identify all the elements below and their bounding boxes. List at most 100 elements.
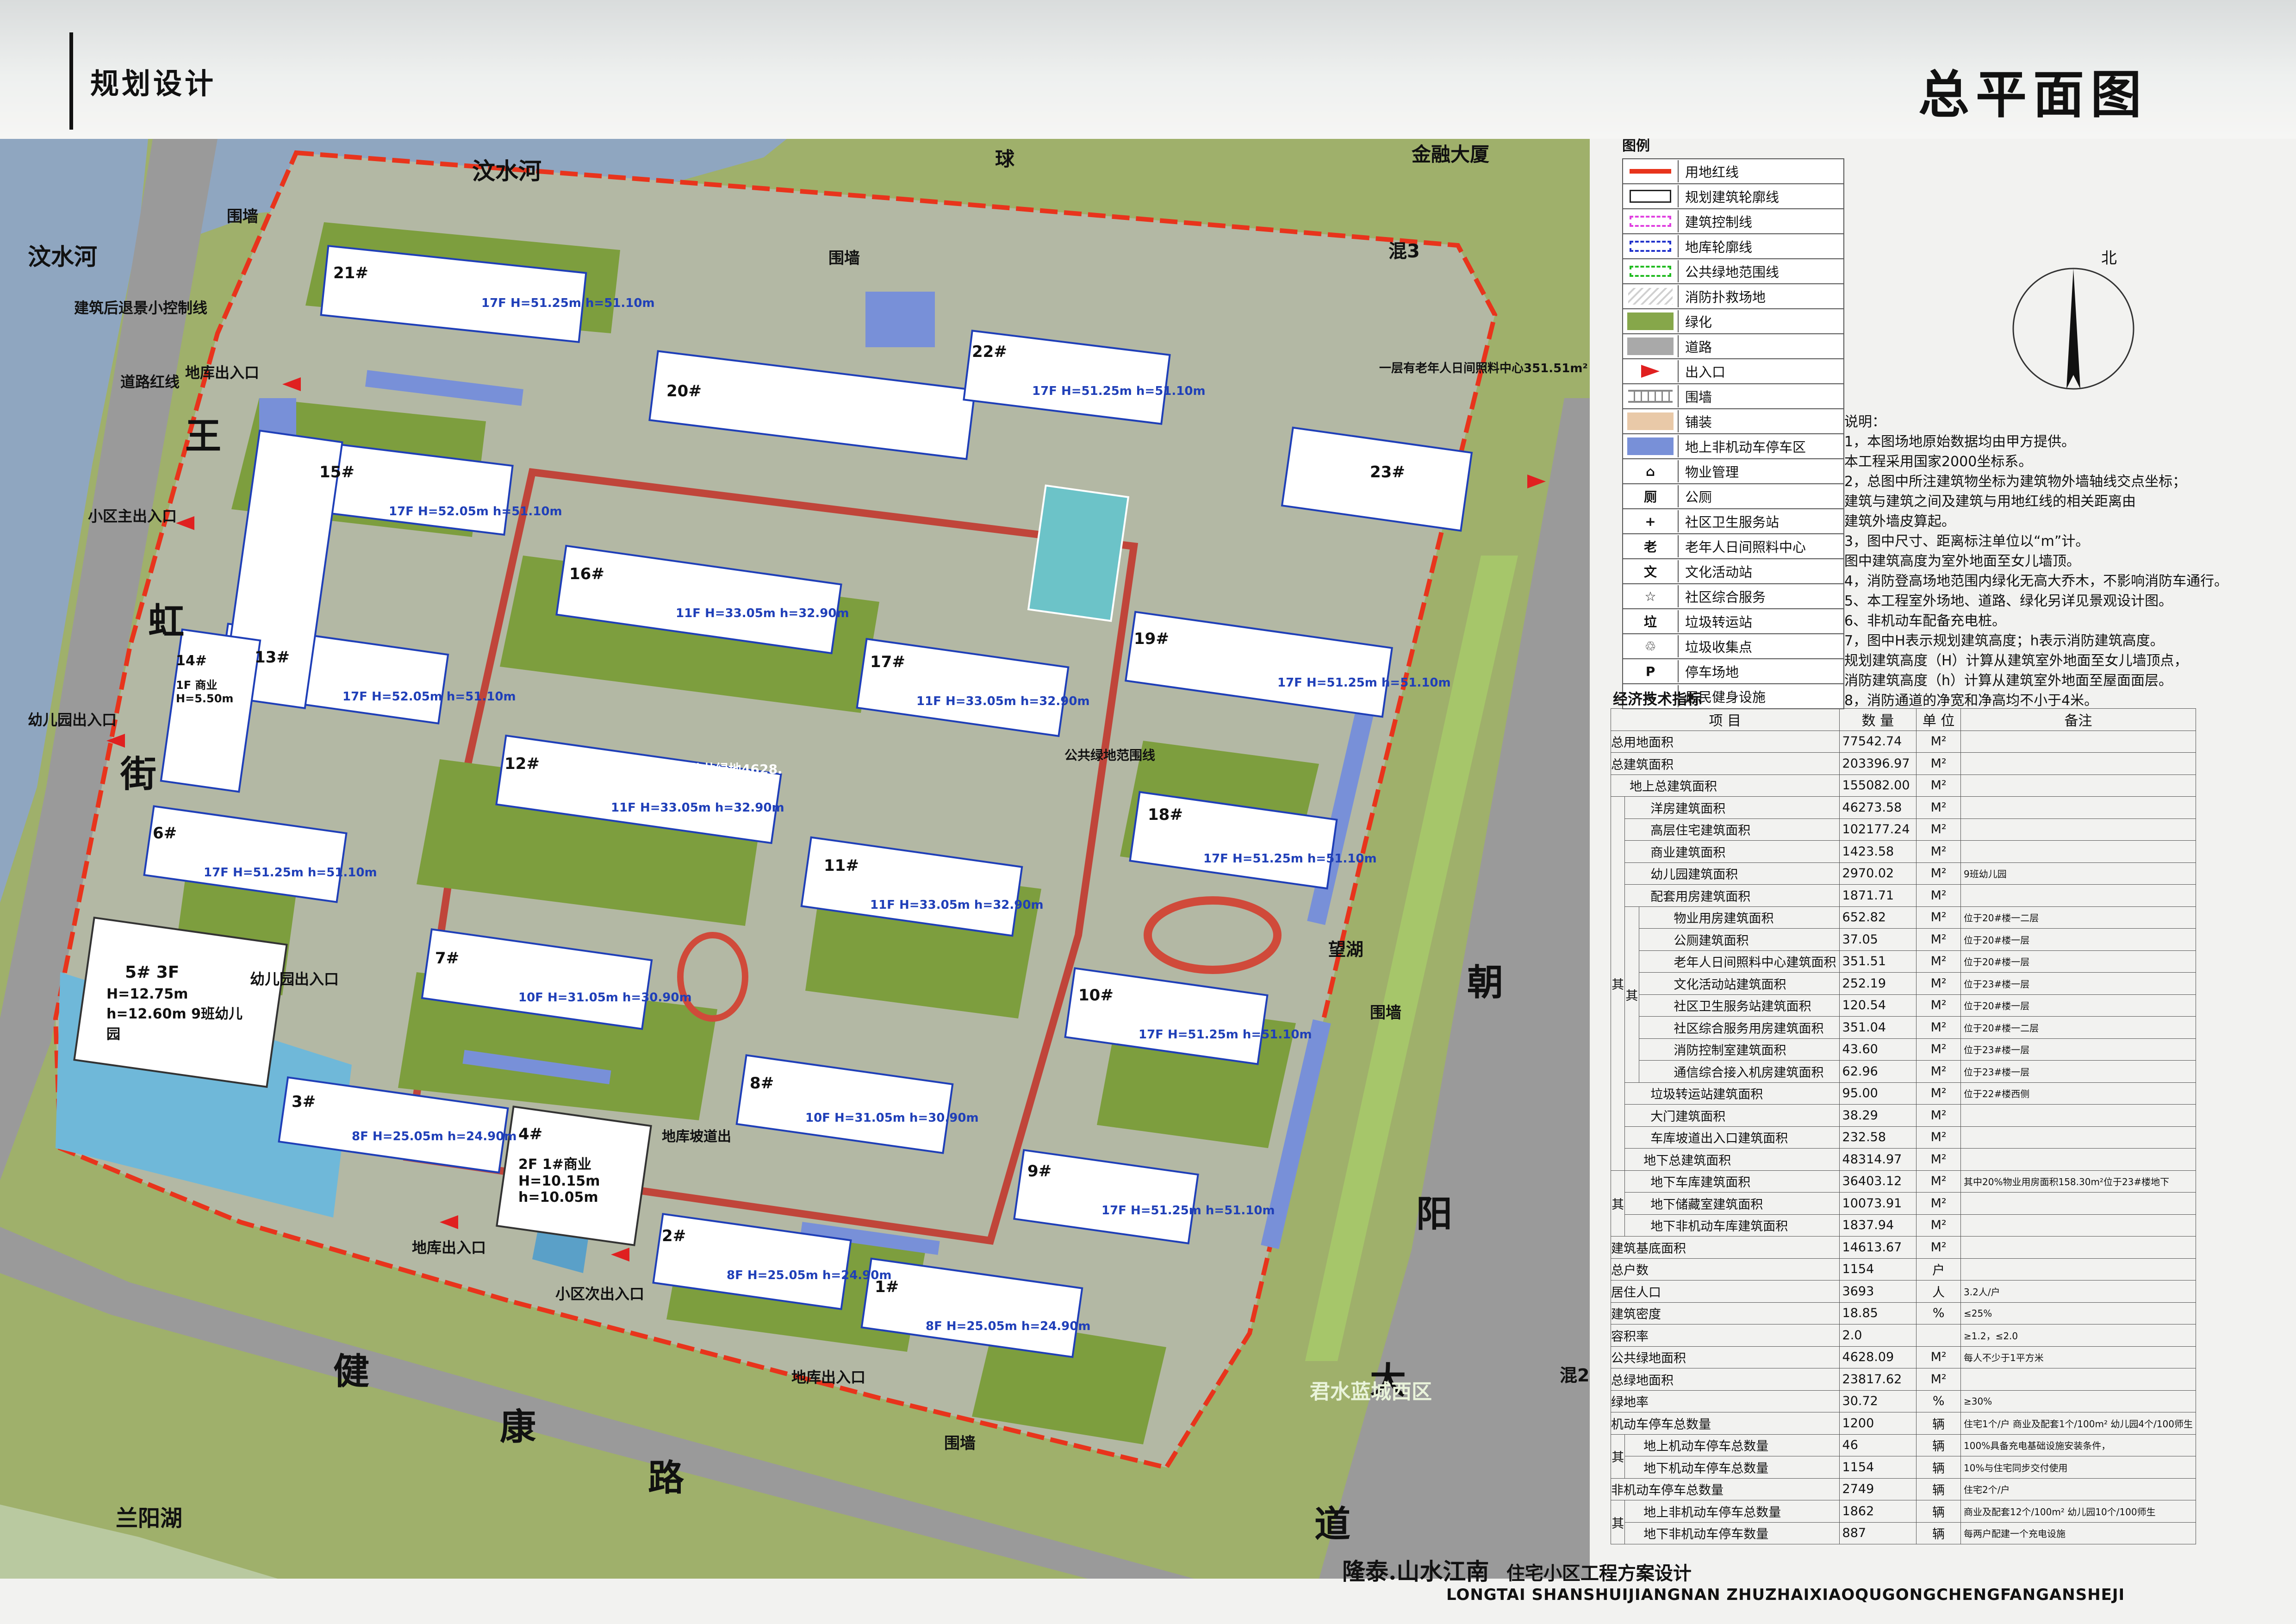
econ-group-label-text: 其 [1612,1450,1624,1465]
fence-swatch [1623,385,1679,407]
building-23: 23# [1370,463,1405,481]
legend-item-label: 地库轮廓线 [1685,239,1753,255]
legend-item-label: 道路 [1685,339,1712,355]
building-1: 1# [875,1278,899,1296]
econ-item: 文化活动站建筑面积 [1638,972,1840,995]
building-2-spec: 8F H=25.05m h=24.90m [727,1268,892,1282]
toilet-icon: 厕 [1623,485,1679,507]
econ-row: 公厕建筑面积 37.05 M² 位于20#楼一层 [1611,928,2196,951]
econ-unit: M² [1916,1126,1961,1149]
legend-item: ♲ 垃圾收集点 [1622,634,1844,659]
legend-item: 绿化 [1622,309,1844,334]
legend-item: 垃垃圾转运站 [1622,609,1844,634]
note-line: 规划建筑高度（H）计算从建筑室外地面至女儿墙顶点， [1844,653,2188,669]
legend-item: P 停车场地 [1622,659,1844,684]
econ-row: 其地下车库建筑面积 36403.12 M² 其中20%物业用房面积158.30m²位于… [1610,1170,2196,1237]
econ-remark: ≥30% [1960,1390,2196,1412]
econ-row: 总绿地面积 23817.62 M² [1611,1368,2196,1391]
label-kindergarten-entry-e: 幼儿园出入口 [250,970,339,988]
econ-remark: 位于20#楼一二层 [1960,906,2196,929]
econ-row: 绿地率 30.72% ≥30% [1611,1390,2196,1412]
econ-header-row: 项 目 数 量 单 位 备注 [1611,708,2196,731]
label-garage-entry-n: 地库出入口 [185,364,260,381]
label-secondary-entry: 小区次出入口 [555,1285,645,1303]
econ-item: 垃圾转运站建筑面积 [1624,1082,1840,1105]
econ-remark: 位于20#楼一二层 [1960,1016,2196,1039]
label-red-line: 道路红线 [120,373,180,391]
legend-item-label: 停车场地 [1685,664,1739,680]
econ-value: 232.58 [1839,1126,1917,1149]
econ-item: 大门建筑面积 [1624,1104,1840,1127]
building-16: 16# [569,565,604,583]
econ-remark: 100%具备充电基础设施安装条件， [1960,1434,2196,1456]
econ-unit: M² [1916,906,1961,929]
econ-remark [1960,774,2196,797]
econ-row: 消防控制室建筑面积 43.60 M² 位于23#楼一层 [1611,1038,2196,1061]
econ-unit: 户 [1916,1258,1961,1280]
note-line: 5、本工程室外场地、道路、绿化另详见景观设计图。 [1844,593,2173,609]
building-22-spec: 17F H=51.25m h=51.10m [1032,384,1206,398]
boundary-line-swatch [1623,160,1679,182]
econ-item: 公共绿地面积 [1611,1346,1840,1368]
road-label-chaoyang-2: 阳 [1416,1193,1453,1235]
legend-item-label: 物业管理 [1685,464,1739,480]
econ-unit: M² [1916,1148,1961,1171]
econ-unit: 辆 [1916,1456,1961,1479]
site-plan: 汶水河 汶水河 兰阳湖 王 虹 街 健 康 路 朝 阳 大 道 金融大厦 球 混… [0,139,1590,1579]
econ-remark: 9班幼儿园 [1960,862,2196,885]
elderly-care-icon: 老 [1623,535,1679,557]
neighbor-label-finance: 金融大厦 [1412,143,1490,166]
econ-group-label: 其 [1610,796,1625,1171]
econ-row: 建筑基底面积 14613.67 M² [1611,1236,2196,1259]
building-22: 22# [972,343,1007,361]
econ-unit: M² [1916,840,1961,863]
building-6: 6# [153,824,177,843]
legend-rows: 用地红线 规划建筑轮廓线 建筑控制线 地库轮廓线 公共绿地范围线 消防扑救场地 绿化 道路 出入… [1622,158,1844,709]
econ-value: 37.05 [1839,928,1917,951]
econ-remark [1960,796,2196,819]
econ-item: 物业用房建筑面积 [1638,906,1840,929]
econ-table-body: 总用地面积 77542.74 M² 总建筑面积 203396.97 M² 地上总建筑面积 15… [1610,730,2196,1544]
label-garage-ramp: 地库坡道出 [662,1129,731,1145]
label-wall-e: 围墙 [1370,1004,1401,1022]
legend-item-label: 公共绿地范围线 [1685,264,1780,280]
econ-item: 总绿地面积 [1611,1368,1840,1391]
econ-item: 绿地率 [1611,1390,1840,1412]
econ-value: 102177.24 [1839,818,1917,841]
neighbor-label-mix3: 混3 [1388,241,1420,262]
header-accent-bar [69,32,73,130]
legend-item: 文文化活动站 [1622,559,1844,584]
building-6-spec: 17F H=51.25m h=51.10m [204,866,377,880]
econ-remark: 位于20#楼一层 [1960,994,2196,1017]
neighbor-label-wanghu: 望湖 [1328,939,1364,960]
legend-item: ☆ 社区综合服务 [1622,584,1844,609]
legend-item: 铺装 [1622,409,1844,434]
design-notes: 说明： 1，本图场地原始数据均由甲方提供。 本工程采用国家2000坐标系。 2，总… [1844,412,2270,711]
econ-unit: 辆 [1916,1500,1961,1523]
econ-row: 通信综合接入机房建筑面积 62.96 M² 位于23#楼一层 [1611,1060,2196,1083]
building-14: 14# [176,653,207,669]
econ-remark [1960,884,2196,907]
econ-group-label: 其 [1610,1500,1625,1544]
econ-value: 120.54 [1839,994,1917,1017]
legend-item-label: 围墙 [1685,389,1712,405]
road-label-chaoyang-4: 道 [1314,1504,1351,1545]
basement-outline-swatch [1623,235,1679,257]
label-public-green: 公共绿地4628. [690,762,783,777]
legend-item: 老老年人日间照料中心 [1622,534,1844,559]
econ-col-unit: 单 位 [1916,708,1961,731]
legend-item-label: 老年人日间照料中心 [1685,539,1806,555]
legend-title: 图例 [1622,138,1650,154]
econ-row: 车库坡道出入口建筑面积 232.58 M² [1611,1126,2196,1149]
building-15: 15# [319,463,355,481]
econ-item: 幼儿园建筑面积 [1624,862,1840,885]
econ-item: 地上机动车停车总数量 [1624,1434,1840,1456]
econ-group-label-text: 其 [1612,1197,1624,1212]
econ-remark: 位于22#楼西侧 [1960,1082,2196,1105]
econ-value: 23817.62 [1839,1368,1917,1391]
econ-item: 建筑密度 [1611,1302,1840,1324]
econ-item: 地下机动车停车总数量 [1624,1456,1840,1479]
road-label-hongwang-2: 虹 [148,601,185,643]
econ-row: 其地上非机动车停车总数量 1862 辆商业及配套12个/100m² 幼儿园10个/1… [1610,1500,2196,1544]
econ-item: 商业建筑面积 [1624,840,1840,863]
